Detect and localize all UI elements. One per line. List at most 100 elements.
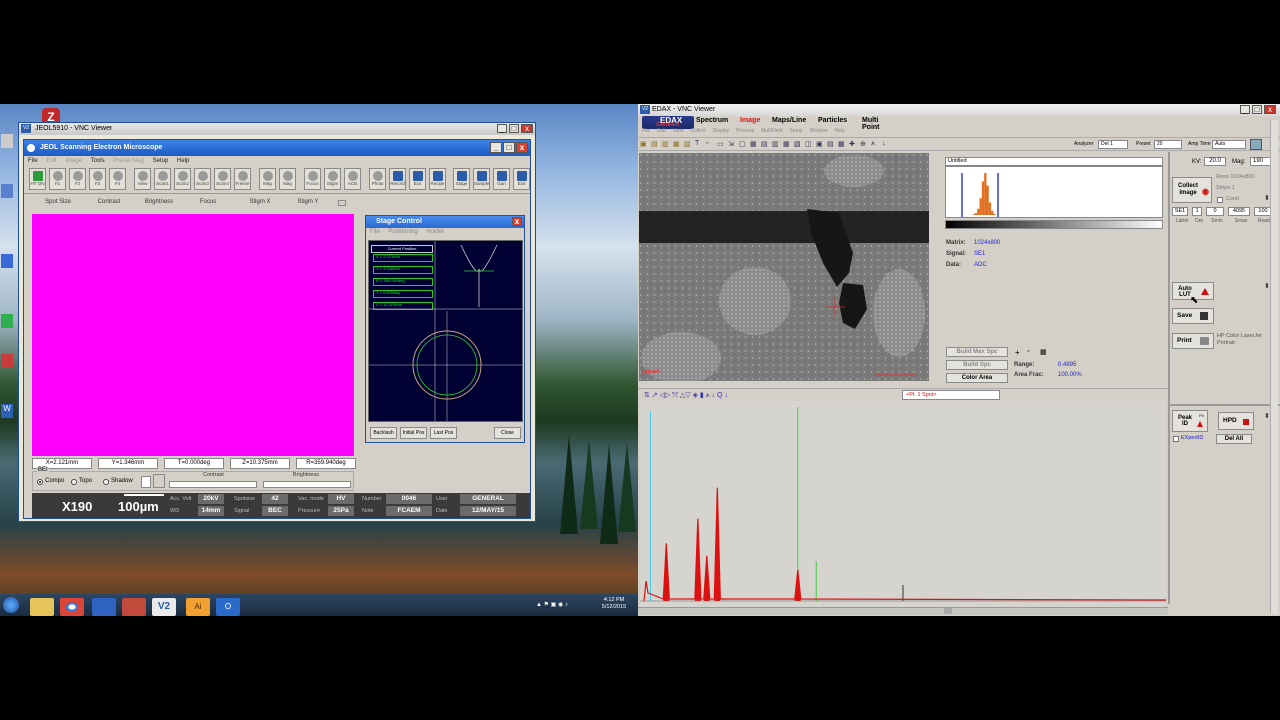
toolbar-button-17[interactable]: Record <box>389 168 406 190</box>
histogram-panel[interactable] <box>945 166 1163 218</box>
edax-tool-icon[interactable]: ◫ <box>805 140 812 148</box>
toolbar-button-20[interactable]: Stage <box>453 168 470 190</box>
sem-live-image[interactable] <box>32 214 354 456</box>
edax-tool-icon[interactable]: ▫ <box>706 140 708 147</box>
grid-icon[interactable]: ▦ <box>1040 348 1047 356</box>
toolbar-button-22[interactable]: Gun <box>493 168 510 190</box>
toolbar-button-18[interactable]: Ecs <box>409 168 426 190</box>
toolbar-button-16[interactable]: Photo <box>369 168 386 190</box>
outlook-taskbar-icon[interactable]: O <box>216 598 240 616</box>
toolbar-button-14[interactable]: Stigm <box>324 168 341 190</box>
toolbar-button-7[interactable]: Scan2 <box>174 168 191 190</box>
desktop-shortcut-icon[interactable] <box>1 184 13 198</box>
amptime-select[interactable]: Auto <box>1212 140 1246 149</box>
desktop-shortcut-icon[interactable] <box>1 354 13 368</box>
vnc-taskbar-icon[interactable]: V2 <box>152 598 176 616</box>
toolbar-button-2[interactable]: F2 <box>69 168 86 190</box>
edax-menu-setup[interactable]: Setup <box>790 128 803 134</box>
minimize-icon[interactable]: _ <box>497 124 507 133</box>
build-max-spc-button[interactable]: Build Max Spc <box>946 347 1008 357</box>
initial-pos-button[interactable]: Initial Pos <box>400 427 427 439</box>
tab-spectrum[interactable]: Spectrum <box>696 117 728 124</box>
chrome-taskbar-icon[interactable] <box>60 598 84 616</box>
edax-menu-window[interactable]: Window <box>810 128 828 134</box>
build-spc-button[interactable]: Build Spc <box>946 360 1008 370</box>
stage-close-button[interactable]: Close <box>494 427 521 439</box>
clock[interactable]: 4:12 PM 5/12/2015 <box>598 597 630 611</box>
edax-tool-icon[interactable]: ▦ <box>838 140 845 148</box>
toolbar-button-13[interactable]: Focus <box>304 168 321 190</box>
grayscale-bar[interactable] <box>945 220 1163 229</box>
edax-tool-icon[interactable]: ▤ <box>827 140 834 148</box>
menu-setup[interactable]: Setup <box>153 158 169 164</box>
maximize-icon[interactable]: □ <box>1252 105 1262 114</box>
toolbar-button-8[interactable]: Scan3 <box>194 168 211 190</box>
toolbar-button-10[interactable]: Freeze <box>234 168 251 190</box>
edax-tool-icon[interactable]: ✚ <box>849 140 855 148</box>
toolbar-button-6[interactable]: Scan1 <box>154 168 171 190</box>
compo-radio[interactable] <box>37 479 43 485</box>
topo-radio[interactable] <box>71 479 77 485</box>
save-button[interactable]: Save <box>1172 308 1214 324</box>
menu-help[interactable]: Help <box>177 158 189 164</box>
recycle-bin-icon[interactable] <box>1 134 13 148</box>
menu-tools[interactable]: Tools <box>91 158 105 164</box>
toolbar-button-0[interactable]: HT ON <box>29 168 46 190</box>
illustrator-taskbar-icon[interactable]: Ai <box>186 598 210 616</box>
det-field-3[interactable]: 4095 <box>1228 207 1250 216</box>
scroll-arrows-icon[interactable]: ⬍ <box>1264 412 1270 420</box>
edax-menu-display[interactable]: Display <box>713 128 729 134</box>
scroll-thumb[interactable] <box>944 608 952 614</box>
word-icon[interactable]: W <box>1 404 13 418</box>
edax-menu-edit[interactable]: Edit <box>657 128 666 134</box>
minimize-icon[interactable]: _ <box>1240 105 1250 114</box>
edax-menu-process[interactable]: Process <box>736 128 754 134</box>
edax-menu-file[interactable]: File <box>642 128 650 134</box>
close-icon[interactable]: x <box>516 142 528 153</box>
close-icon[interactable]: x <box>1264 105 1276 114</box>
peak-id-button[interactable]: Peak ID Fit <box>1172 410 1208 432</box>
start-button[interactable] <box>3 597 19 613</box>
edax-tool-icon[interactable]: ▣ <box>816 140 823 148</box>
shadow-radio[interactable] <box>103 479 109 485</box>
conti-checkbox[interactable] <box>1217 197 1223 203</box>
toolbar-button-12[interactable]: Mag <box>279 168 296 190</box>
print-button[interactable]: Print <box>1172 333 1214 349</box>
menu-preset-mag[interactable]: Preset Mag <box>113 158 144 164</box>
collect-image-button[interactable]: Collect Image ◉ <box>1172 177 1212 203</box>
close-icon[interactable]: x <box>512 217 522 226</box>
color-area-button[interactable]: Color Area <box>946 373 1008 383</box>
toolbar-button-15[interactable]: ACB <box>344 168 361 190</box>
toolbar-button-5[interactable]: View <box>134 168 151 190</box>
small-toggle[interactable] <box>338 200 346 206</box>
stigm-x-label[interactable]: Stigm X <box>240 199 280 205</box>
edax-tool-icon[interactable]: ▦ <box>673 140 680 148</box>
edax-tool-icon[interactable]: ▭ <box>717 140 724 148</box>
maximize-icon[interactable]: □ <box>503 142 515 153</box>
tab-maps-line[interactable]: Maps/Line <box>772 117 806 124</box>
edax-tool-icon[interactable]: ▦ <box>783 140 790 148</box>
edax-tool-icon[interactable]: ▥ <box>772 140 779 148</box>
tab-multi-point[interactable]: Multi Point <box>862 117 880 131</box>
toolbar-button-9[interactable]: Scan4 <box>214 168 231 190</box>
edax-sem-image[interactable]: E-Beam <box>639 153 929 381</box>
menu-image[interactable]: Image <box>65 158 82 164</box>
edax-tool-icon[interactable]: ▦ <box>750 140 757 148</box>
det-field-0[interactable]: SE1 <box>1172 207 1188 216</box>
backlash-button[interactable]: Backlash <box>370 427 397 439</box>
spectrum-plot[interactable] <box>640 401 1167 607</box>
spot-label-field[interactable]: <Pt. 1 Spot> <box>902 390 1000 400</box>
edax-tool-icon[interactable]: T <box>695 140 699 147</box>
edax-tool-icon[interactable]: ⩚ <box>871 140 875 148</box>
edax-tool-icon[interactable]: ▧ <box>794 140 801 148</box>
preset-select[interactable]: 20 <box>1154 140 1182 149</box>
explorer-taskbar-icon[interactable] <box>30 598 54 616</box>
teamviewer-taskbar-icon[interactable] <box>92 598 116 616</box>
edax-tool-icon[interactable]: ↓ <box>882 140 886 147</box>
toolbar-button-23[interactable]: Exit <box>513 168 530 190</box>
kv-field[interactable]: 20.0 <box>1204 157 1226 166</box>
hpd-button[interactable]: HPD <box>1218 412 1254 430</box>
close-icon[interactable]: x <box>521 124 533 133</box>
brightness-slider[interactable] <box>263 481 351 488</box>
tray-icons[interactable]: ▲ ⚑ ▣ ◉ ♪ <box>536 601 596 609</box>
